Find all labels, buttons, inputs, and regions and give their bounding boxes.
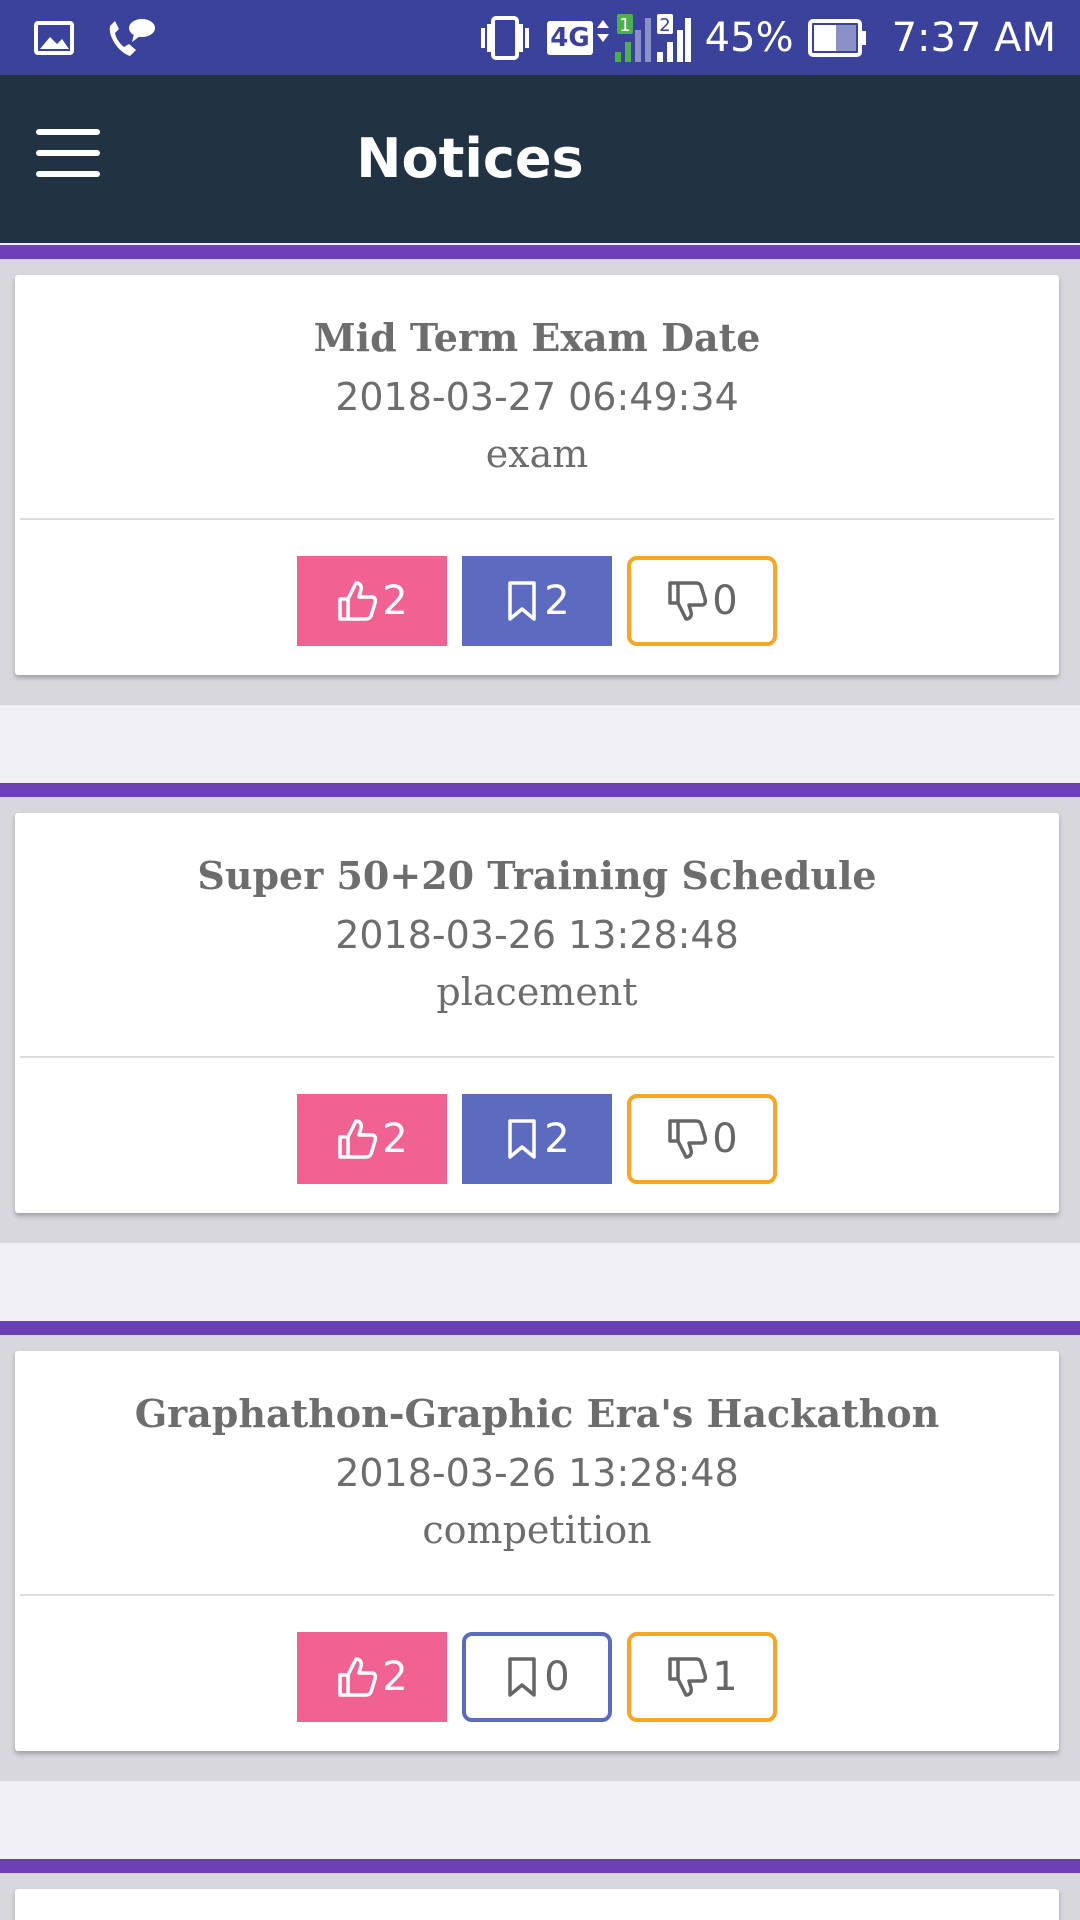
dislike-count: 0 bbox=[712, 1116, 738, 1162]
card-divider bbox=[20, 518, 1054, 520]
notice-item[interactable]: Mid Term Exam Date 2018-03-27 06:49:34 e… bbox=[0, 245, 1080, 705]
page-title: Notices bbox=[356, 127, 584, 190]
notice-card[interactable]: Graphathon-Graphic Era's Hackathon 2018-… bbox=[15, 1351, 1059, 1751]
bookmark-count: 2 bbox=[544, 1116, 570, 1162]
thumbs-down-icon bbox=[666, 1117, 708, 1161]
clock: 7:37 AM bbox=[891, 14, 1056, 61]
notice-category: competition bbox=[422, 1508, 652, 1552]
notice-accent-band bbox=[0, 783, 1080, 797]
signal-icon: 4G 1 2 bbox=[547, 12, 691, 64]
dislike-button[interactable]: 1 bbox=[627, 1632, 777, 1722]
thumbs-down-icon bbox=[666, 579, 708, 623]
wifi-call-icon bbox=[104, 16, 156, 60]
bookmark-button[interactable]: 2 bbox=[462, 1094, 612, 1184]
notice-item[interactable] bbox=[0, 1859, 1080, 1920]
bookmark-count: 2 bbox=[544, 578, 570, 624]
bookmark-button[interactable]: 0 bbox=[462, 1632, 612, 1722]
thumbs-down-icon bbox=[666, 1655, 708, 1699]
card-divider bbox=[20, 1056, 1054, 1058]
bookmark-icon bbox=[504, 579, 540, 623]
like-button[interactable]: 2 bbox=[297, 1094, 447, 1184]
like-button[interactable]: 2 bbox=[297, 556, 447, 646]
notice-category: placement bbox=[436, 970, 638, 1014]
bookmark-icon bbox=[504, 1655, 540, 1699]
like-count: 2 bbox=[382, 578, 408, 624]
notice-item[interactable]: Graphathon-Graphic Era's Hackathon 2018-… bbox=[0, 1321, 1080, 1781]
like-count: 2 bbox=[382, 1654, 408, 1700]
gallery-icon bbox=[34, 21, 74, 55]
notice-actions: 2 0 1 bbox=[15, 1632, 1059, 1722]
bookmark-icon bbox=[504, 1117, 540, 1161]
notice-card[interactable] bbox=[15, 1889, 1059, 1920]
thumbs-up-icon bbox=[336, 579, 378, 623]
dislike-button[interactable]: 0 bbox=[627, 1094, 777, 1184]
notice-title: Mid Term Exam Date bbox=[313, 315, 761, 360]
notice-card[interactable]: Super 50+20 Training Schedule 2018-03-26… bbox=[15, 813, 1059, 1213]
notice-category: exam bbox=[485, 432, 589, 476]
svg-text:2: 2 bbox=[659, 15, 670, 36]
notice-date: 2018-03-27 06:49:34 bbox=[335, 375, 739, 419]
thumbs-up-icon bbox=[336, 1655, 378, 1699]
notice-actions: 2 2 0 bbox=[15, 556, 1059, 646]
app-bar: Notices bbox=[0, 75, 1080, 243]
status-bar: 4G 1 2 45% 7:37 AM bbox=[0, 0, 1080, 75]
notice-card[interactable]: Mid Term Exam Date 2018-03-27 06:49:34 e… bbox=[15, 275, 1059, 675]
like-button[interactable]: 2 bbox=[297, 1632, 447, 1722]
dislike-count: 0 bbox=[712, 578, 738, 624]
notice-title: Super 50+20 Training Schedule bbox=[197, 853, 877, 898]
dislike-button[interactable]: 0 bbox=[627, 556, 777, 646]
notice-accent-band bbox=[0, 1859, 1080, 1873]
notice-title: Graphathon-Graphic Era's Hackathon bbox=[134, 1391, 940, 1436]
network-type-badge: 4G bbox=[547, 20, 593, 55]
card-divider bbox=[20, 1594, 1054, 1596]
bookmark-count: 0 bbox=[544, 1654, 570, 1700]
notice-date: 2018-03-26 13:28:48 bbox=[335, 1451, 739, 1495]
thumbs-up-icon bbox=[336, 1117, 378, 1161]
dislike-count: 1 bbox=[712, 1654, 738, 1700]
notice-date: 2018-03-26 13:28:48 bbox=[335, 913, 739, 957]
notice-item[interactable]: Super 50+20 Training Schedule 2018-03-26… bbox=[0, 783, 1080, 1243]
notice-accent-band bbox=[0, 245, 1080, 259]
notice-actions: 2 2 0 bbox=[15, 1094, 1059, 1184]
notice-accent-band bbox=[0, 1321, 1080, 1335]
battery-icon bbox=[807, 18, 868, 57]
battery-percent: 45% bbox=[704, 14, 794, 61]
bookmark-button[interactable]: 2 bbox=[462, 556, 612, 646]
like-count: 2 bbox=[382, 1116, 408, 1162]
svg-text:1: 1 bbox=[619, 15, 630, 36]
vibrate-icon bbox=[477, 14, 533, 62]
